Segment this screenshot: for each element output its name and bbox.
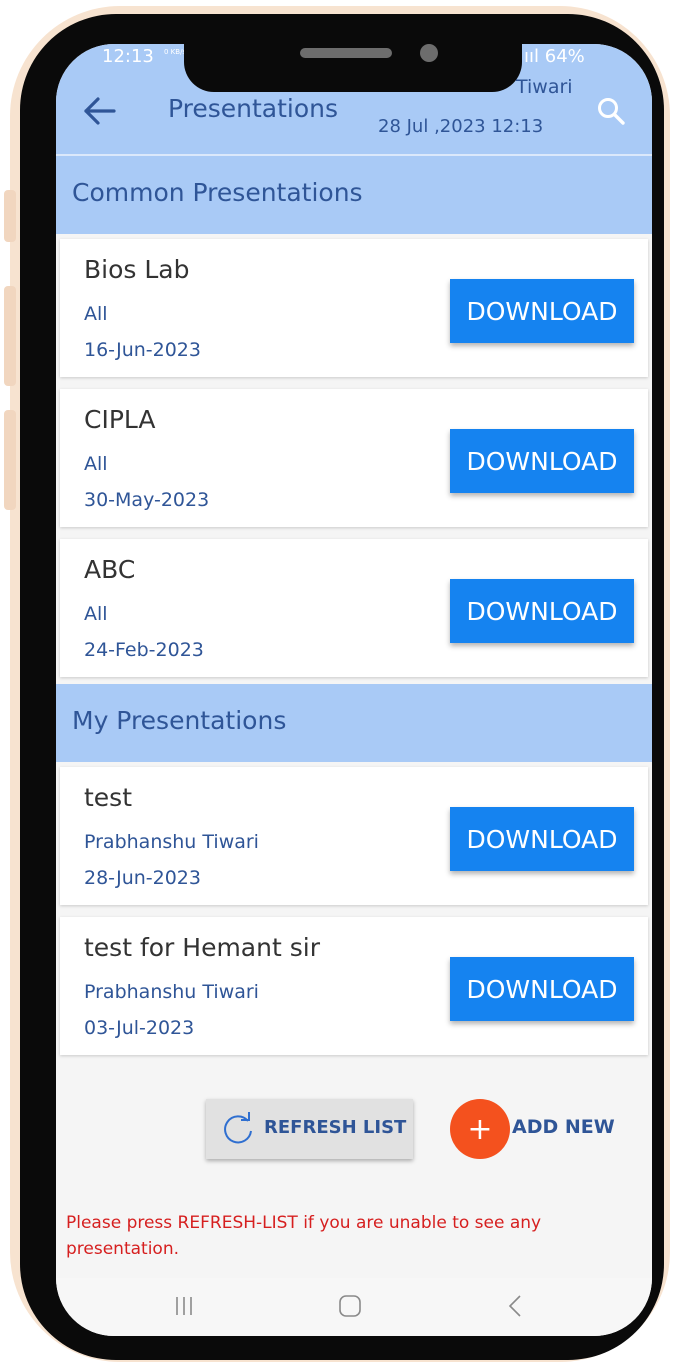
- add-new-button[interactable]: +: [450, 1099, 510, 1159]
- presentation-owner: All: [84, 453, 108, 475]
- page-title: Presentations: [168, 94, 339, 123]
- download-button[interactable]: DOWNLOAD: [450, 579, 634, 643]
- phone-side-button: [4, 190, 16, 242]
- status-battery: ııl 64%: [524, 46, 585, 67]
- presentation-date: 30-May-2023: [84, 489, 210, 511]
- download-button[interactable]: DOWNLOAD: [450, 957, 634, 1021]
- refresh-list-label: REFRESH LIST: [264, 1117, 407, 1138]
- download-button[interactable]: DOWNLOAD: [450, 279, 634, 343]
- section-title: My Presentations: [72, 706, 287, 735]
- battery-level: 64%: [544, 46, 585, 67]
- phone-screen: 12:13 0 KB/s ııl 64% Presentations Tiwar…: [56, 44, 652, 1336]
- refresh-icon: [224, 1112, 252, 1144]
- download-button[interactable]: DOWNLOAD: [450, 429, 634, 493]
- refresh-list-button[interactable]: REFRESH LIST: [206, 1099, 413, 1159]
- add-new-label[interactable]: ADD NEW: [512, 1116, 615, 1138]
- system-nav-bar: [56, 1278, 652, 1336]
- presentation-name: test: [84, 783, 133, 812]
- recent-apps-icon[interactable]: [172, 1294, 196, 1318]
- section-title: Common Presentations: [72, 178, 363, 207]
- signal-icon: ııl: [524, 46, 540, 67]
- list-item: test Prabhanshu Tiwari 28-Jun-2023 DOWNL…: [60, 767, 648, 905]
- presentation-date: 16-Jun-2023: [84, 339, 201, 361]
- presentation-owner: All: [84, 603, 108, 625]
- presentation-owner: Prabhanshu Tiwari: [84, 981, 259, 1003]
- network-speed: 0 KB/s: [164, 48, 187, 56]
- presentation-owner: Prabhanshu Tiwari: [84, 831, 259, 853]
- download-button[interactable]: DOWNLOAD: [450, 807, 634, 871]
- user-name: Tiwari: [516, 76, 573, 98]
- presentation-name: ABC: [84, 555, 136, 584]
- home-icon[interactable]: [338, 1294, 362, 1318]
- back-arrow-icon[interactable]: [82, 96, 118, 126]
- list-item: Bios Lab All 16-Jun-2023 DOWNLOAD: [60, 239, 648, 377]
- date-time: 28 Jul ,2023 12:13: [378, 116, 544, 137]
- presentation-name: CIPLA: [84, 405, 156, 434]
- search-icon[interactable]: [596, 96, 626, 126]
- camera-notch: [184, 44, 522, 92]
- presentation-owner: All: [84, 303, 108, 325]
- list-item: CIPLA All 30-May-2023 DOWNLOAD: [60, 389, 648, 527]
- section-header-common: Common Presentations: [56, 156, 652, 234]
- refresh-hint: Please press REFRESH-LIST if you are una…: [66, 1213, 542, 1259]
- phone-side-button: [4, 410, 16, 510]
- back-icon[interactable]: [504, 1294, 528, 1318]
- status-time: 12:13: [102, 46, 154, 67]
- presentation-date: 28-Jun-2023: [84, 867, 201, 889]
- section-header-mine: My Presentations: [56, 684, 652, 762]
- front-camera: [420, 44, 438, 62]
- list-item: ABC All 24-Feb-2023 DOWNLOAD: [60, 539, 648, 677]
- phone-side-button: [4, 286, 16, 386]
- presentation-date: 24-Feb-2023: [84, 639, 204, 661]
- speaker-grille: [300, 48, 392, 58]
- list-item: test for Hemant sir Prabhanshu Tiwari 03…: [60, 917, 648, 1055]
- presentation-name: test for Hemant sir: [84, 933, 320, 962]
- presentation-name: Bios Lab: [84, 255, 190, 284]
- presentation-date: 03-Jul-2023: [84, 1017, 195, 1039]
